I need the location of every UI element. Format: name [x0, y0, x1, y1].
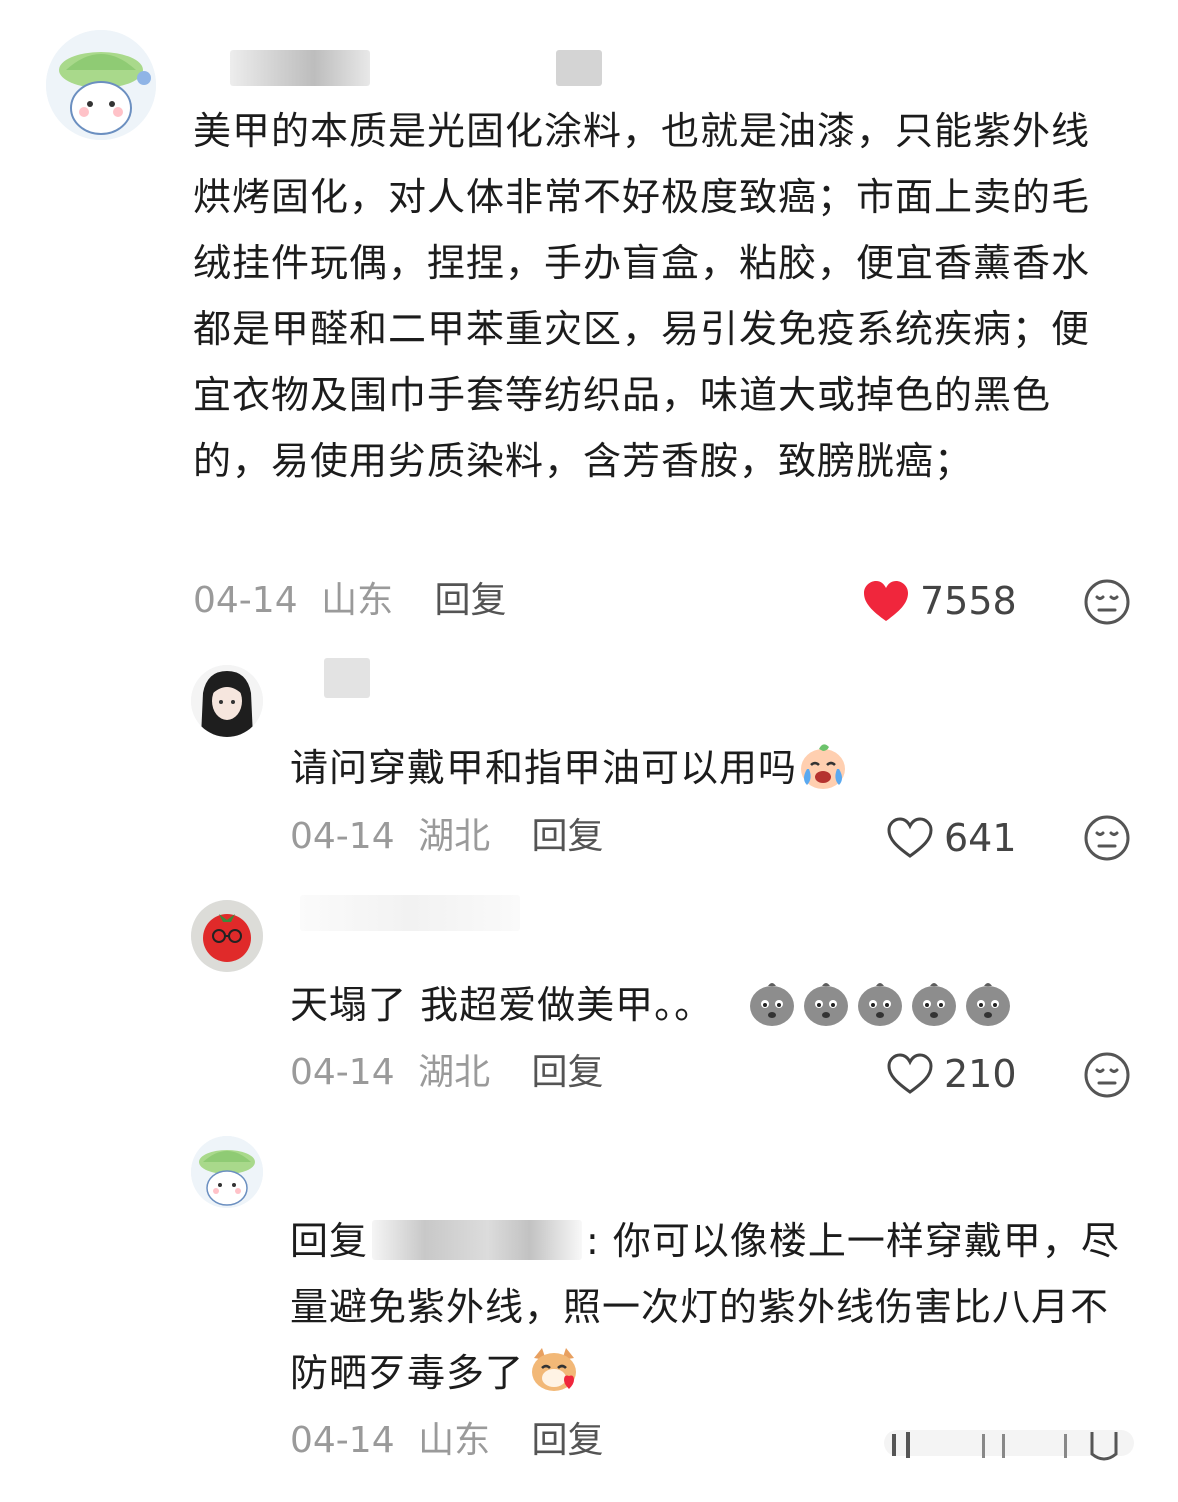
- leaf-bunny-avatar-icon: [191, 1136, 263, 1208]
- reply-button[interactable]: 回复: [532, 1420, 604, 1461]
- comment-location: 湖北: [418, 1052, 491, 1093]
- sad-gray-emoji: [746, 976, 798, 1028]
- user-avatar[interactable]: [191, 1136, 263, 1208]
- like-button[interactable]: 210: [886, 1052, 1017, 1096]
- anime-girl-avatar-icon: [191, 665, 263, 737]
- reply-target-blurred[interactable]: [372, 1220, 583, 1260]
- like-count: 641: [944, 816, 1017, 860]
- heart-filled-icon: [864, 581, 908, 621]
- user-avatar[interactable]: [191, 900, 263, 972]
- comment-text: 天塌了 我超爱做美甲。。: [290, 972, 1130, 1038]
- dislike-face-icon: [1084, 815, 1130, 861]
- comment-meta: 04-14 山东 回复: [193, 579, 507, 623]
- crying-emoji: [797, 739, 849, 791]
- username-blurred[interactable]: [230, 50, 370, 86]
- comment-text: 回复: 你可以像楼上一样穿戴甲，尽量避免紫外线，照一次灯的紫外线伤害比八月不防晒…: [290, 1208, 1135, 1406]
- like-button[interactable]: 641: [886, 816, 1017, 860]
- comment-location: 山东: [418, 1420, 491, 1461]
- username-blurred[interactable]: [324, 658, 370, 698]
- reply-prefix: 回复: [290, 1219, 369, 1263]
- dislike-face-icon: [1084, 1052, 1130, 1098]
- tomato-avatar-icon: [191, 900, 263, 972]
- dislike-button[interactable]: [1083, 578, 1131, 626]
- dislike-face-icon: [1084, 579, 1130, 625]
- sad-gray-emoji: [908, 976, 960, 1028]
- like-count: 7558: [920, 579, 1017, 623]
- reply-button[interactable]: 回复: [435, 580, 507, 621]
- comment-meta: 04-14 湖北 回复: [290, 1051, 604, 1095]
- comment-date: 04-14: [290, 1052, 395, 1093]
- emoji-group: [733, 983, 1016, 1027]
- cat-heart-emoji: [528, 1344, 580, 1396]
- sad-gray-emoji: [800, 976, 852, 1028]
- sad-gray-emoji: [854, 976, 906, 1028]
- comment-date: 04-14: [290, 816, 395, 857]
- comment-date: 04-14: [290, 1420, 395, 1461]
- comment-meta: 04-14 湖北 回复: [290, 815, 604, 859]
- comment-meta: 04-14 山东 回复: [290, 1419, 604, 1463]
- leaf-bunny-avatar-icon: [46, 30, 156, 140]
- dislike-button[interactable]: [1083, 814, 1131, 862]
- comment-text: 请问穿戴甲和指甲油可以用吗: [290, 735, 1130, 801]
- like-button[interactable]: 7558: [862, 579, 1017, 623]
- username-blurred-part: [556, 50, 602, 86]
- heart-outline-icon: [887, 817, 933, 858]
- watermark-obscured-actions: [884, 1424, 1134, 1468]
- dislike-button[interactable]: [1083, 1051, 1131, 1099]
- sad-gray-emoji: [962, 976, 1014, 1028]
- comment-text: 美甲的本质是光固化涂料，也就是油漆，只能紫外线烘烤固化，对人体非常不好极度致癌；…: [193, 109, 1091, 483]
- user-avatar[interactable]: [191, 665, 263, 737]
- reply-button[interactable]: 回复: [532, 816, 604, 857]
- user-avatar[interactable]: [46, 30, 156, 140]
- heart-outline-icon: [887, 1053, 933, 1094]
- comment-text-content: 天塌了 我超爱做美甲。。: [290, 983, 714, 1027]
- reply-button[interactable]: 回复: [532, 1052, 604, 1093]
- comment-text-content: 请问穿戴甲和指甲油可以用吗: [290, 746, 798, 790]
- comment-location: 湖北: [418, 816, 491, 857]
- comment-date: 04-14: [193, 580, 298, 621]
- comment-location: 山东: [321, 580, 394, 621]
- username-blurred[interactable]: [300, 895, 520, 931]
- like-count: 210: [944, 1052, 1017, 1096]
